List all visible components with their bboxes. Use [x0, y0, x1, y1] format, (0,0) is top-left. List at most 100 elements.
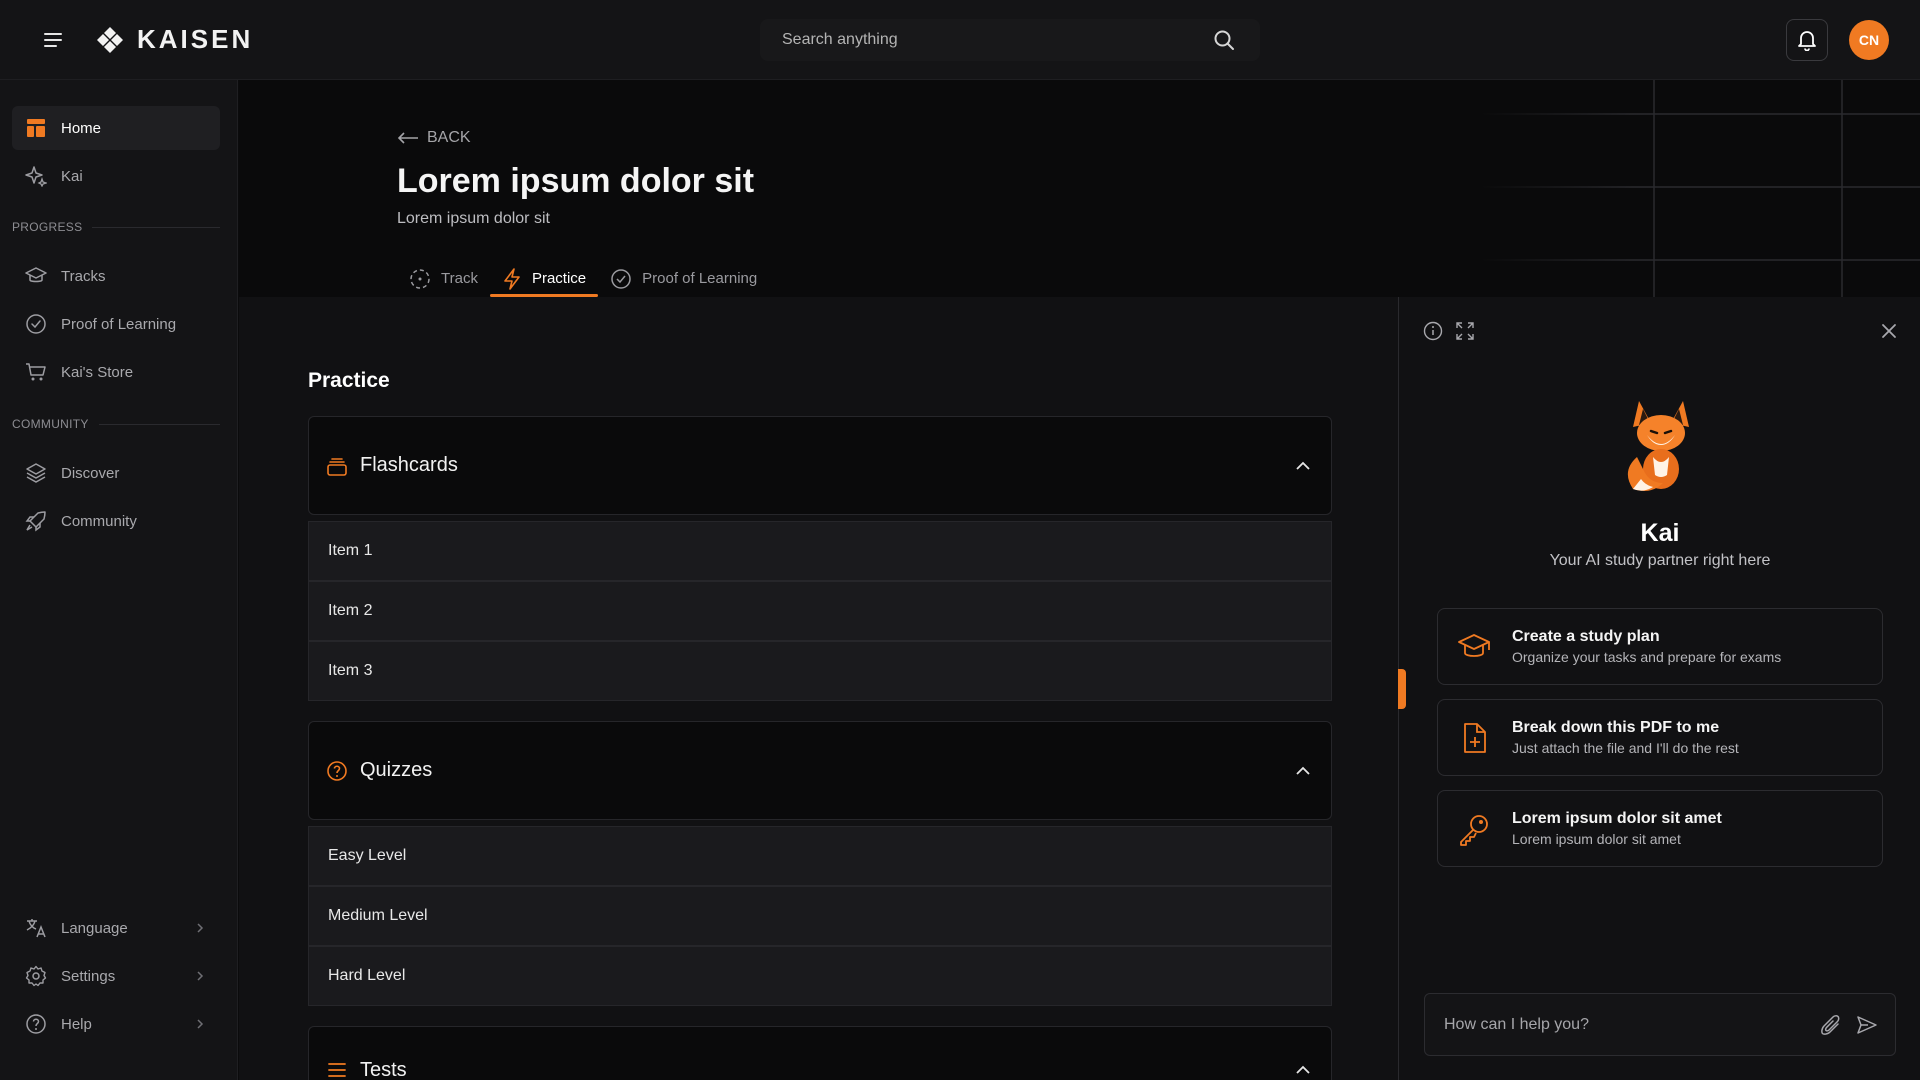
info-icon[interactable]: [1421, 319, 1445, 343]
logo[interactable]: KAISEN: [95, 24, 253, 55]
list-item[interactable]: Medium Level: [308, 886, 1332, 946]
accordion-flashcards[interactable]: Flashcards: [308, 416, 1332, 515]
graduation-cap-icon: [1456, 629, 1492, 665]
check-circle-icon: [25, 313, 47, 335]
assistant-tagline: Your AI study partner right here: [1549, 552, 1771, 569]
sidebar-item-label: Help: [61, 1015, 92, 1033]
send-icon[interactable]: [1853, 1011, 1881, 1039]
grid-decoration: [1480, 80, 1920, 297]
page-title: Lorem ipsum dolor sit: [397, 162, 755, 200]
list-item[interactable]: Easy Level: [308, 826, 1332, 886]
tab-proof-of-learning[interactable]: Proof of Learning: [598, 260, 769, 297]
sidebar-item-discover[interactable]: Discover: [12, 451, 220, 495]
avatar[interactable]: CN: [1849, 20, 1889, 60]
sidebar-item-label: Discover: [61, 464, 120, 482]
translate-icon: [25, 917, 47, 939]
chevron-up-icon[interactable]: [1295, 461, 1311, 471]
accordion-title: Tests: [360, 1059, 407, 1080]
bell-icon: [1798, 31, 1816, 51]
file-plus-icon: [1456, 720, 1492, 756]
cards-icon: [327, 457, 347, 476]
tab-practice[interactable]: Practice: [489, 260, 599, 297]
accordion-title: Flashcards: [360, 454, 458, 476]
tab-label: Track: [441, 270, 478, 287]
help-circle-icon: [25, 1013, 47, 1035]
suggestion-card[interactable]: Create a study plan Organize your tasks …: [1437, 608, 1883, 685]
suggestion-title: Break down this PDF to me: [1512, 719, 1720, 736]
chat-input-box: [1424, 993, 1896, 1056]
suggestion-card[interactable]: Lorem ipsum dolor sit amet Lorem ipsum d…: [1437, 790, 1883, 867]
rocket-icon: [25, 510, 47, 532]
back-label: BACK: [427, 129, 471, 146]
arrow-left-icon: [397, 132, 418, 144]
sidebar-item-help[interactable]: Help: [12, 1002, 220, 1046]
chat-input[interactable]: [1444, 1015, 1817, 1034]
notifications-button[interactable]: [1786, 19, 1828, 61]
expand-icon[interactable]: [1453, 319, 1477, 343]
lightning-icon: [504, 267, 520, 290]
list-item[interactable]: Item 2: [308, 581, 1332, 641]
chevron-up-icon[interactable]: [1295, 1065, 1311, 1075]
cart-icon: [25, 361, 47, 383]
key-icon: [1456, 811, 1492, 847]
list-item[interactable]: Item 1: [308, 521, 1332, 581]
sidebar-item-proof-of-learning[interactable]: Proof of Learning: [12, 302, 220, 346]
list-item[interactable]: Item 3: [308, 641, 1332, 701]
search-bar[interactable]: [760, 19, 1260, 61]
sidebar-item-label: Language: [61, 919, 128, 937]
check-circle-icon: [611, 268, 631, 289]
page-header: BACK Lorem ipsum dolor sit Lorem ipsum d…: [239, 80, 1920, 297]
sidebar-item-tracks[interactable]: Tracks: [12, 254, 220, 298]
question-circle-icon: [327, 760, 347, 781]
gear-icon: [25, 965, 47, 987]
sidebar-item-kais-store[interactable]: Kai's Store: [12, 350, 220, 394]
sidebar-item-label: Proof of Learning: [61, 315, 177, 333]
suggestion-title: Create a study plan: [1512, 628, 1660, 645]
chevron-right-icon: [196, 922, 204, 934]
tab-bar: Track Practice Proof of Learning: [397, 260, 769, 297]
list-icon: [328, 1063, 346, 1077]
suggestion-text: Lorem ipsum dolor sit amet Lorem ipsum d…: [1512, 810, 1722, 847]
sidebar-item-home[interactable]: Home: [12, 106, 220, 150]
logo-icon: [97, 26, 123, 53]
sidebar-item-label: Kai: [61, 167, 83, 185]
section-label-community: COMMUNITY: [12, 417, 220, 431]
sidebar-item-kai[interactable]: Kai: [12, 154, 220, 198]
suggestion-text: Break down this PDF to me Just attach th…: [1512, 719, 1739, 756]
list-item[interactable]: Hard Level: [308, 946, 1332, 1006]
suggestion-card[interactable]: Break down this PDF to me Just attach th…: [1437, 699, 1883, 776]
divider: [98, 423, 220, 425]
sidebar: Home Kai PROGRESS Tracks Proof of Learni…: [0, 80, 238, 1080]
logo-text: KAISEN: [137, 24, 254, 54]
sidebar-item-label: Home: [61, 119, 102, 137]
search-input[interactable]: [760, 31, 1204, 49]
tab-label: Practice: [531, 270, 587, 287]
section-label-text: COMMUNITY: [12, 417, 89, 431]
assistant-name: Kai: [1640, 519, 1680, 547]
close-icon[interactable]: [1877, 319, 1901, 343]
assistant-panel: Kai Your AI study partner right here Cre…: [1398, 297, 1920, 1080]
panel-resize-handle[interactable]: [1398, 669, 1406, 709]
chevron-up-icon[interactable]: [1295, 766, 1311, 776]
search-icon[interactable]: [1204, 20, 1244, 60]
sparkle-icon: [25, 165, 47, 187]
menu-icon[interactable]: [38, 28, 68, 52]
paperclip-icon[interactable]: [1817, 1011, 1845, 1039]
tab-track[interactable]: Track: [397, 260, 490, 297]
suggestion-title: Lorem ipsum dolor sit amet: [1512, 810, 1722, 827]
sidebar-item-language[interactable]: Language: [12, 906, 220, 950]
graduation-cap-icon: [25, 265, 47, 287]
section-title: Practice: [308, 369, 390, 392]
suggestion-subtitle: Lorem ipsum dolor sit amet: [1512, 831, 1681, 847]
sidebar-item-label: Kai's Store: [61, 363, 134, 381]
accordion-tests[interactable]: Tests: [308, 1026, 1332, 1080]
page-subtitle: Lorem ipsum dolor sit: [397, 210, 550, 227]
sidebar-item-settings[interactable]: Settings: [12, 954, 220, 998]
accordion-quizzes[interactable]: Quizzes: [308, 721, 1332, 820]
chevron-right-icon: [196, 970, 204, 982]
back-button[interactable]: BACK: [397, 129, 471, 147]
home-icon: [25, 117, 47, 139]
sidebar-item-label: Settings: [61, 967, 116, 985]
sidebar-item-community[interactable]: Community: [12, 499, 220, 543]
suggestion-subtitle: Organize your tasks and prepare for exam…: [1512, 649, 1782, 665]
